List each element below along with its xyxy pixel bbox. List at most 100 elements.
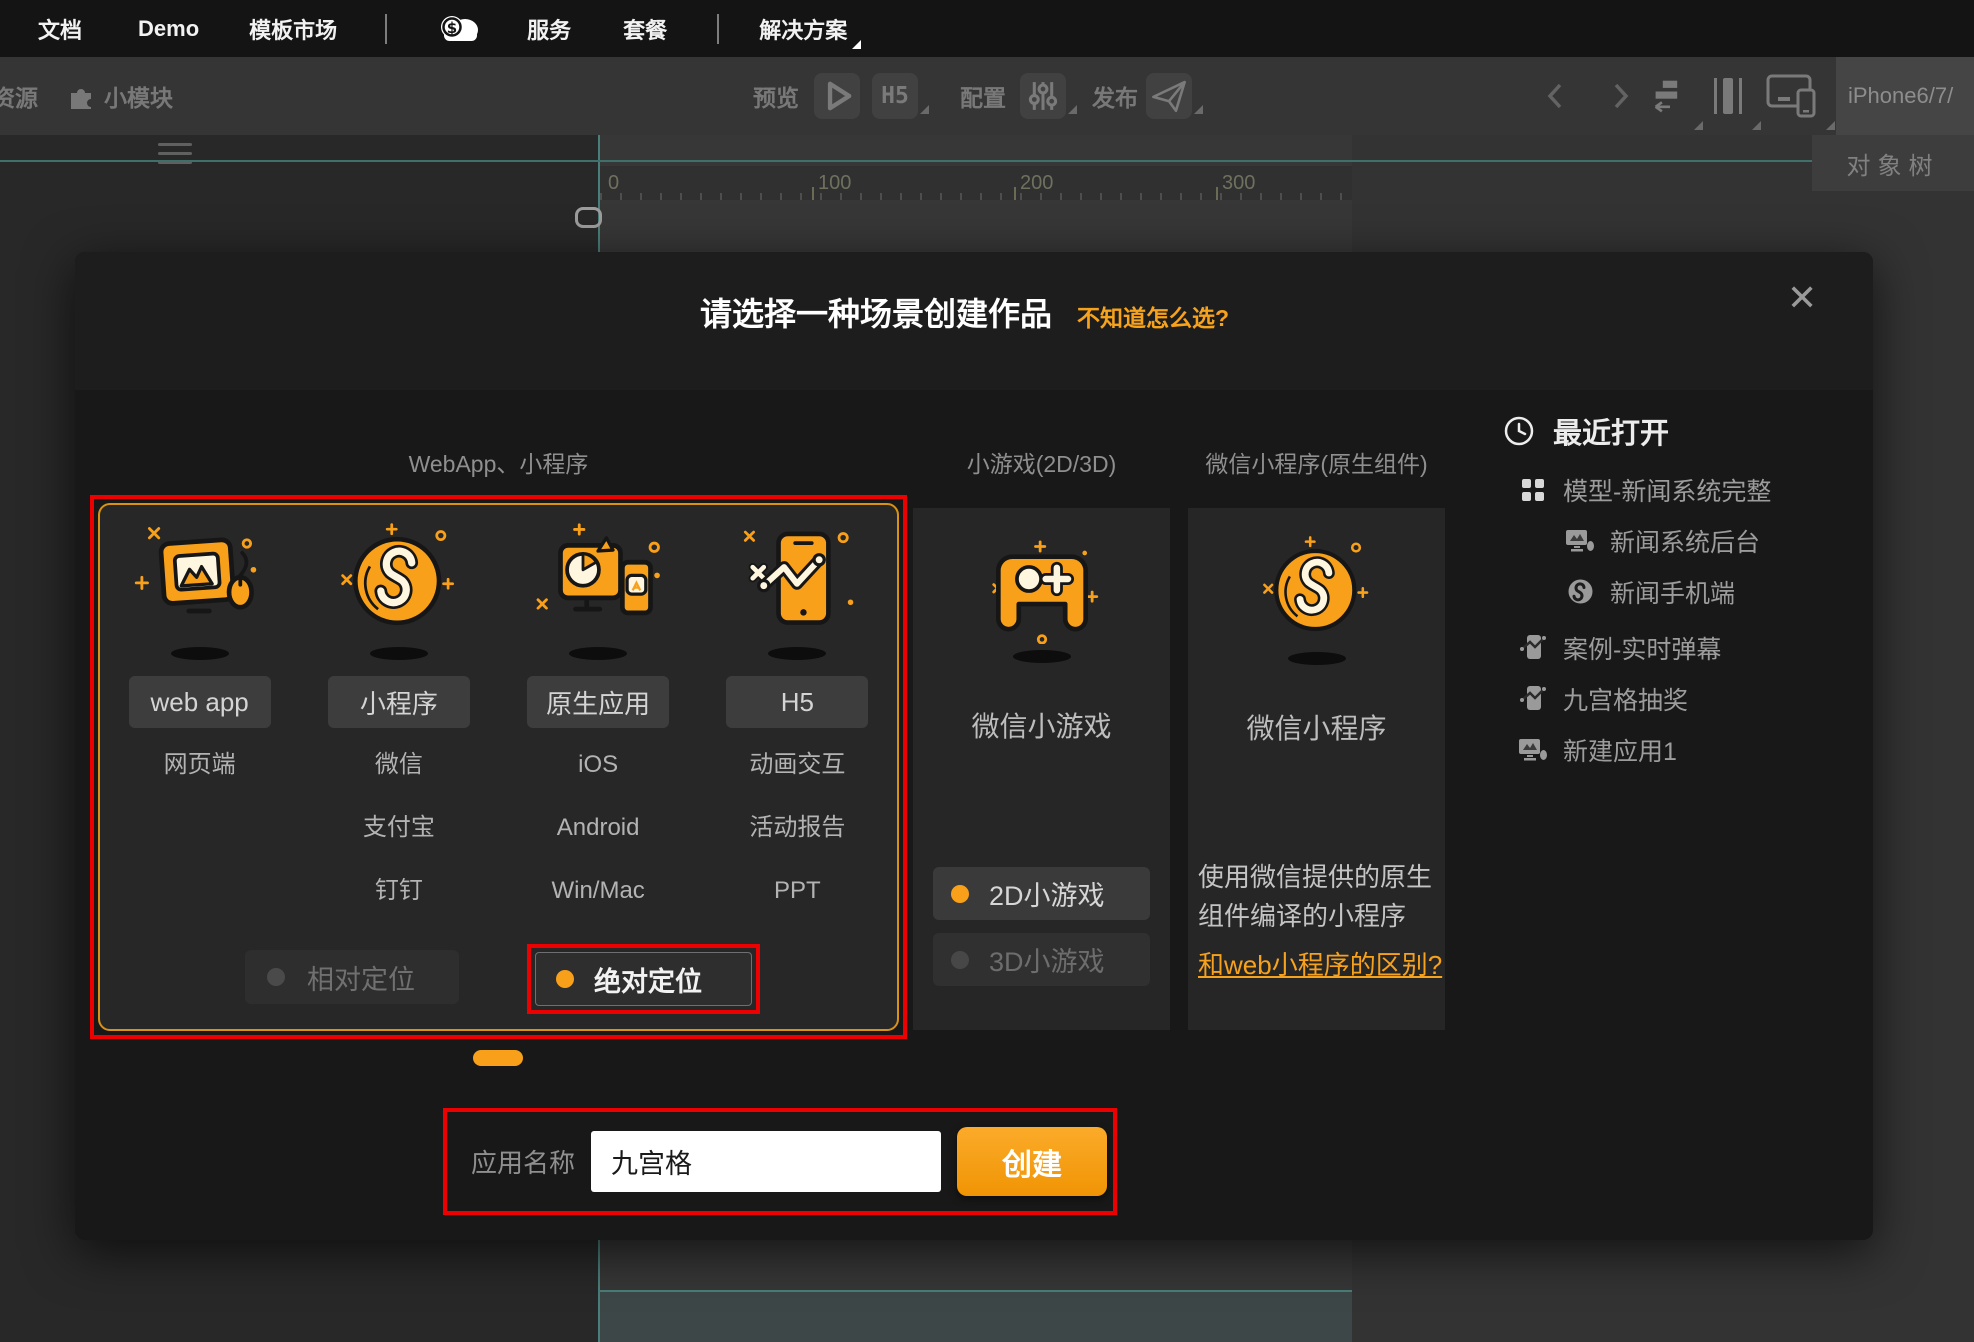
native-app-targets: iOS Android Win/Mac: [551, 750, 644, 939]
preview-label[interactable]: 预览: [753, 57, 799, 135]
help-link[interactable]: 不知道怎么选?: [1077, 299, 1229, 333]
hamburger-menu-icon[interactable]: [158, 143, 192, 170]
minigame-section-header: 小游戏(2D/3D): [913, 445, 1170, 479]
native-miniprogram-description: 使用微信提供的原生 组件编译的小程序: [1198, 858, 1438, 936]
play-icon: [817, 76, 857, 116]
native-app-type-button[interactable]: 原生应用: [527, 676, 669, 728]
radio-relative-positioning[interactable]: 相对定位: [245, 950, 459, 1004]
editor-screen: 文档 Demo 模板市场 $ 服务 套餐 解决方案 资源 小模块 预览: [0, 0, 1974, 1342]
native-miniprogram-scene-card[interactable]: 微信小程序 使用微信提供的原生 组件编译的小程序 和web小程序的区别?: [1188, 508, 1445, 1030]
ruler-tick: 0: [608, 172, 619, 195]
miniprogram-icon: [1255, 534, 1379, 646]
create-button[interactable]: 创建: [957, 1127, 1107, 1196]
recent-opened-header: 最近打开: [1503, 410, 1669, 452]
icon-shadow: [768, 647, 826, 660]
modal-title: 请选择一种场景创建作品: [700, 289, 1052, 335]
puzzle-icon: [64, 57, 98, 135]
ruler-tick: 200: [1020, 172, 1053, 195]
recent-item-news-mobile[interactable]: 新闻手机端: [1503, 566, 1923, 617]
ruler-tick: 300: [1222, 172, 1255, 195]
miniprogram-type-button[interactable]: 小程序: [328, 676, 470, 728]
minigame-label: 微信小游戏: [971, 705, 1111, 745]
recent-item-realtime-danmu[interactable]: 案例-实时弹幕: [1503, 622, 1923, 673]
nav-demo[interactable]: Demo: [138, 16, 199, 42]
device-preview-icon[interactable]: [1764, 57, 1824, 135]
native-miniprogram-label: 微信小程序: [1246, 707, 1386, 747]
dropdown-triangle-icon: [852, 40, 861, 49]
tab-object-tree[interactable]: 对象树: [1812, 135, 1974, 191]
recent-item-ninegrid-lottery[interactable]: 九宫格抽奖: [1503, 673, 1923, 724]
recent-item-model-news-system[interactable]: 模型-新闻系统完整: [1503, 464, 1923, 515]
canvas-handle: [575, 207, 602, 228]
canvas-bottom-bar: [600, 1290, 1352, 1342]
miniprogram-targets: 微信 支付宝 钉钉: [363, 750, 435, 939]
module-button[interactable]: 小模块: [104, 57, 173, 135]
minigame-scene-card[interactable]: 微信小游戏 2D小游戏 3D小游戏: [913, 508, 1170, 1030]
radio-3d-minigame[interactable]: 3D小游戏: [933, 933, 1150, 986]
create-form-highlight: 应用名称 创建: [443, 1108, 1117, 1215]
nav-docs[interactable]: 文档: [38, 13, 82, 45]
carousel-indicator[interactable]: [473, 1050, 523, 1066]
webapp-icon: [134, 521, 266, 641]
config-label[interactable]: 配置: [960, 57, 1006, 135]
device-selector[interactable]: iPhone6/7/: [1836, 57, 1974, 135]
app-name-label: 应用名称: [471, 1143, 575, 1180]
icon-shadow: [1288, 652, 1346, 665]
radio-dot: [951, 951, 969, 969]
h5-icon: [731, 521, 863, 641]
miniprogram-icon: [333, 521, 465, 641]
h5-preview-button[interactable]: H5: [872, 73, 918, 119]
nav-divider: [717, 14, 719, 44]
webapp-icon: [1564, 528, 1596, 554]
webapp-icon: [1517, 737, 1549, 763]
cloud-dollar-icon[interactable]: $: [435, 13, 483, 45]
webapp-targets: 网页端: [164, 750, 236, 813]
h5-icon: [1517, 634, 1549, 662]
publish-button[interactable]: [1146, 73, 1192, 119]
webapp-type-button[interactable]: web app: [129, 676, 271, 728]
icon-shadow: [569, 647, 627, 660]
config-button[interactable]: [1020, 73, 1066, 119]
app-name-input[interactable]: [591, 1131, 941, 1192]
paper-plane-icon: [1149, 76, 1189, 116]
h5-icon: H5: [881, 83, 909, 109]
sliders-icon: [1023, 76, 1063, 116]
webapp-section-header: WebApp、小程序: [90, 445, 907, 479]
nav-template-market[interactable]: 模板市场: [249, 13, 337, 45]
create-scene-modal: 请选择一种场景创建作品 不知道怎么选? ✕ WebApp、小程序 小游戏(2D/…: [75, 252, 1873, 1240]
horizontal-ruler: 0 100 200 300: [600, 166, 1352, 200]
preview-play-button[interactable]: [814, 73, 860, 119]
radio-dot: [951, 885, 969, 903]
distribute-tool-icon[interactable]: [1706, 57, 1750, 135]
radio-2d-minigame[interactable]: 2D小游戏: [933, 867, 1150, 920]
webapp-scene-card[interactable]: web app 网页端: [98, 503, 899, 1031]
nav-divider: [385, 14, 387, 44]
radio-absolute-positioning[interactable]: 绝对定位: [535, 952, 752, 1006]
close-icon[interactable]: ✕: [1787, 280, 1817, 316]
difference-link[interactable]: 和web小程序的区别?: [1198, 945, 1442, 982]
clock-icon: [1503, 415, 1535, 447]
icon-shadow: [171, 647, 229, 660]
recent-opened-list: 模型-新闻系统完整 新闻系统后台: [1503, 464, 1923, 775]
recent-item-new-app-1[interactable]: 新建应用1: [1503, 724, 1923, 775]
h5-icon: [1517, 685, 1549, 713]
publish-label[interactable]: 发布: [1092, 57, 1138, 135]
redo-chevron-right-icon[interactable]: [1598, 57, 1644, 135]
icon-shadow: [370, 647, 428, 660]
recent-item-news-backend[interactable]: 新闻系统后台: [1503, 515, 1923, 566]
align-tool-icon[interactable]: [1648, 57, 1692, 135]
h5-type-button[interactable]: H5: [726, 676, 868, 728]
nav-plans[interactable]: 套餐: [623, 13, 667, 45]
gamepad-icon: [977, 540, 1107, 644]
icon-shadow: [1013, 650, 1071, 663]
nav-solutions[interactable]: 解决方案: [759, 13, 861, 45]
undo-chevron-left-icon[interactable]: [1532, 57, 1578, 135]
webapp-card-highlight: web app 网页端: [90, 495, 907, 1039]
resource-button[interactable]: 资源: [0, 57, 38, 135]
top-navbar: 文档 Demo 模板市场 $ 服务 套餐 解决方案: [0, 0, 1974, 57]
nav-services[interactable]: 服务: [527, 13, 571, 45]
native-app-icon: [532, 521, 664, 641]
svg-text:$: $: [447, 19, 457, 37]
editor-toolbar: 资源 小模块 预览 H5 配置 发布: [0, 57, 1974, 135]
radio-dot: [556, 970, 574, 988]
